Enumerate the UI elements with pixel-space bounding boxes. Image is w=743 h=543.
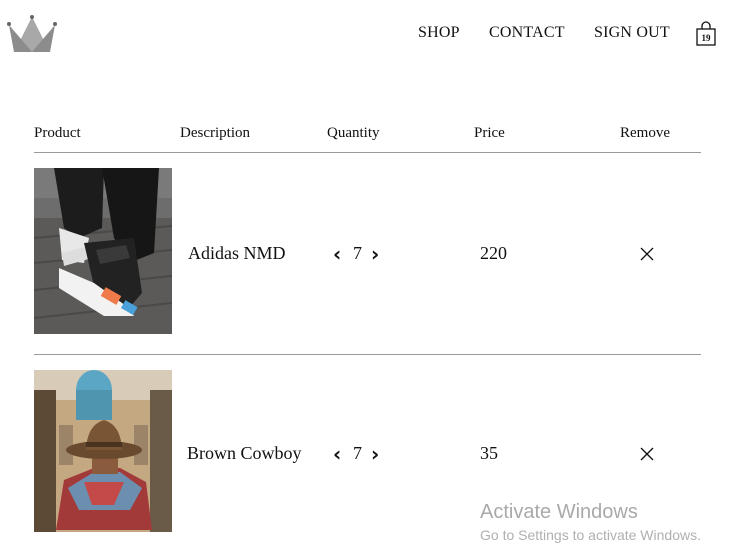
header-quantity: Quantity (327, 125, 380, 141)
remove-item-button[interactable] (639, 246, 655, 262)
product-image-cowboy-hat (34, 370, 172, 532)
nav-contact-link[interactable]: CONTACT (489, 24, 565, 42)
product-name: Brown Cowboy (187, 443, 302, 463)
header-product: Product (34, 125, 81, 141)
nav-sign-out-link[interactable]: SIGN OUT (594, 24, 670, 42)
header-price: Price (474, 125, 505, 141)
top-nav: SHOP CONTACT SIGN OUT (0, 24, 743, 48)
increase-quantity-button[interactable]: › (371, 444, 379, 464)
product-name: Adidas NMD (188, 243, 286, 263)
close-icon (640, 247, 654, 261)
decrease-quantity-button[interactable]: ‹ (333, 244, 341, 264)
row-divider (34, 354, 701, 355)
header-description: Description (180, 125, 250, 141)
header-divider (34, 152, 701, 153)
activation-watermark-title: Activate Windows (480, 501, 638, 523)
cart-count-badge: 19 (701, 33, 711, 43)
quantity-value: 7 (353, 443, 362, 463)
product-price: 35 (480, 443, 498, 463)
header-remove: Remove (620, 125, 670, 141)
shopping-bag-icon[interactable]: 19 (695, 21, 717, 47)
nav-shop-link[interactable]: SHOP (418, 24, 460, 42)
close-icon (640, 447, 654, 461)
product-price: 220 (480, 243, 507, 263)
increase-quantity-button[interactable]: › (371, 244, 379, 264)
product-image-sneaker (34, 168, 172, 334)
remove-item-button[interactable] (639, 446, 655, 462)
quantity-value: 7 (353, 243, 362, 263)
decrease-quantity-button[interactable]: ‹ (333, 444, 341, 464)
